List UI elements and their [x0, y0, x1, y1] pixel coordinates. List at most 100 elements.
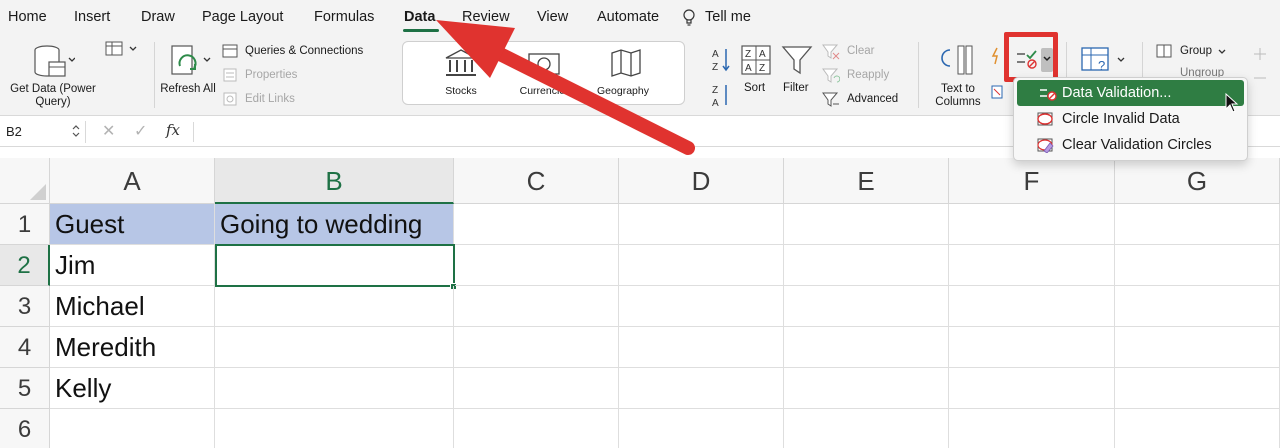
cell-f4[interactable]: [949, 327, 1115, 368]
cell-b2-active[interactable]: [215, 244, 455, 287]
cell-a4[interactable]: Meredith: [50, 327, 215, 368]
menu-item-data-validation[interactable]: Data Validation...: [1017, 80, 1244, 106]
tab-review[interactable]: Review: [462, 9, 510, 25]
column-header-b[interactable]: B: [215, 158, 454, 204]
bank-icon: [445, 49, 477, 76]
cell-a1[interactable]: Guest: [50, 204, 215, 245]
cell-d3[interactable]: [619, 286, 784, 327]
select-all-corner[interactable]: [0, 158, 50, 204]
row-header-6[interactable]: 6: [0, 409, 50, 448]
cell-e3[interactable]: [784, 286, 949, 327]
spreadsheet-grid: A B C D E F G 1 2 3 4 5 6 Guest Going to…: [0, 148, 1280, 448]
name-box[interactable]: B2: [0, 121, 86, 143]
cell-a3[interactable]: Michael: [50, 286, 215, 327]
cell-f5[interactable]: [949, 368, 1115, 409]
cell-e5[interactable]: [784, 368, 949, 409]
cell-b4[interactable]: [215, 327, 454, 368]
clear-circles-icon: [1037, 138, 1054, 153]
geography-label: Geography: [597, 85, 649, 97]
menu-item-clear-validation-circles[interactable]: Clear Validation Circles: [1014, 132, 1247, 158]
row-header-1[interactable]: 1: [0, 204, 50, 245]
cell-a5[interactable]: Kelly: [50, 368, 215, 409]
tab-automate[interactable]: Automate: [597, 9, 659, 25]
column-header-c[interactable]: C: [454, 158, 619, 204]
column-header-g[interactable]: G: [1115, 158, 1280, 204]
chevron-down-icon: [1218, 49, 1226, 54]
cell-b6[interactable]: [215, 409, 454, 448]
show-detail-icon[interactable]: [1250, 48, 1270, 88]
stepper-icon: [72, 125, 80, 137]
svg-text:Z: Z: [759, 63, 765, 74]
ribbon-separator: [918, 42, 919, 108]
tab-view[interactable]: View: [537, 9, 568, 25]
row-header-5[interactable]: 5: [0, 368, 50, 409]
tab-home[interactable]: Home: [8, 9, 47, 25]
cell-a6[interactable]: [50, 409, 215, 448]
column-header-a[interactable]: A: [50, 158, 215, 204]
cell-c3[interactable]: [454, 286, 619, 327]
what-if-analysis-icon[interactable]: ?: [1080, 46, 1128, 74]
cell-c5[interactable]: [454, 368, 619, 409]
cell-c6[interactable]: [454, 409, 619, 448]
cell-d2[interactable]: [619, 245, 784, 286]
confirm-icon[interactable]: ✓: [134, 121, 147, 141]
tell-me-search[interactable]: Tell me: [705, 9, 751, 25]
tab-formulas[interactable]: Formulas: [314, 9, 374, 25]
menu-item-circle-invalid-data[interactable]: Circle Invalid Data: [1014, 106, 1247, 132]
cell-e6[interactable]: [784, 409, 949, 448]
column-header-d[interactable]: D: [619, 158, 784, 204]
cell-g6[interactable]: [1115, 409, 1280, 448]
cell-c2[interactable]: [455, 245, 619, 286]
group-label: Group: [1180, 45, 1212, 57]
flash-fill-icon[interactable]: [990, 46, 1004, 106]
data-validation-icon: [1040, 89, 1057, 101]
row-header-3[interactable]: 3: [0, 286, 50, 327]
cell-f3[interactable]: [949, 286, 1115, 327]
clear-label: Clear: [847, 45, 875, 57]
cell-e1[interactable]: [784, 204, 949, 245]
svg-text:Z: Z: [712, 85, 718, 96]
cell-b3[interactable]: [215, 286, 454, 327]
cell-f2[interactable]: [949, 245, 1115, 286]
database-icon: [34, 45, 75, 77]
cancel-icon[interactable]: ✕: [102, 121, 115, 141]
cell-b1[interactable]: Going to wedding: [215, 204, 454, 245]
stocks-label: Stocks: [445, 85, 477, 97]
cell-c1[interactable]: [454, 204, 619, 245]
cell-g1[interactable]: [1115, 204, 1280, 245]
cell-g2[interactable]: [1115, 245, 1280, 286]
sort-az-icon[interactable]: A Z: [710, 46, 732, 72]
cell-d1[interactable]: [619, 204, 784, 245]
column-header-e[interactable]: E: [784, 158, 949, 204]
cell-f6[interactable]: [949, 409, 1115, 448]
cell-d5[interactable]: [619, 368, 784, 409]
ribbon-separator: [154, 42, 155, 108]
tab-insert[interactable]: Insert: [74, 9, 110, 25]
sort-za-icon[interactable]: Z A: [710, 82, 732, 108]
tab-draw[interactable]: Draw: [141, 9, 175, 25]
funnel-icon: [781, 46, 813, 75]
cell-e2[interactable]: [784, 245, 949, 286]
cell-d4[interactable]: [619, 327, 784, 368]
tab-page-layout[interactable]: Page Layout: [202, 9, 283, 25]
row-header-4[interactable]: 4: [0, 327, 50, 368]
menu-item-label: Circle Invalid Data: [1062, 111, 1180, 127]
svg-text:Z: Z: [712, 62, 718, 72]
properties-icon: [223, 68, 237, 82]
cell-b5[interactable]: [215, 368, 454, 409]
cell-g4[interactable]: [1115, 327, 1280, 368]
cell-e4[interactable]: [784, 327, 949, 368]
cell-c4[interactable]: [454, 327, 619, 368]
sort-label: Sort: [744, 82, 766, 94]
insert-function-icon[interactable]: fx: [166, 121, 180, 139]
cell-f1[interactable]: [949, 204, 1115, 245]
svg-text:A: A: [745, 63, 752, 74]
row-header-2[interactable]: 2: [0, 245, 50, 286]
data-from-table-icon[interactable]: [105, 41, 139, 57]
cell-g3[interactable]: [1115, 286, 1280, 327]
cell-d6[interactable]: [619, 409, 784, 448]
cell-a2[interactable]: Jim: [50, 245, 215, 286]
column-header-f[interactable]: F: [949, 158, 1115, 204]
cell-g5[interactable]: [1115, 368, 1280, 409]
tab-data[interactable]: Data: [404, 9, 435, 25]
